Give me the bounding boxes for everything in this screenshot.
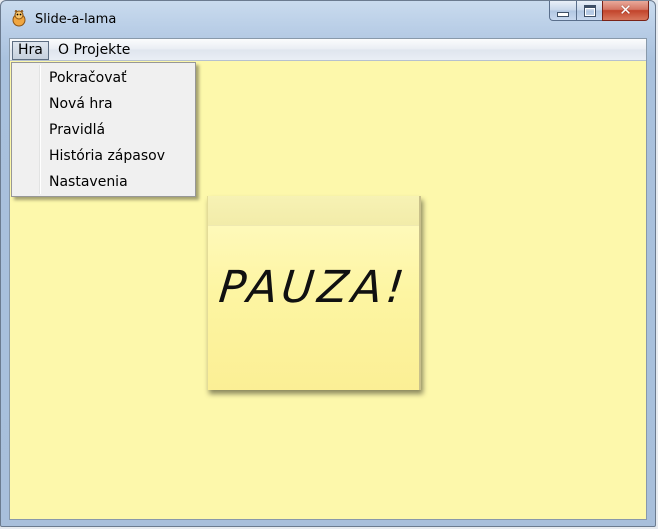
menu-o-projekte[interactable]: O Projekte xyxy=(58,41,130,60)
menu-item-nastavenia[interactable]: Nastavenia xyxy=(14,170,193,194)
caption-buttons: ✕ xyxy=(549,1,649,21)
menu-item-pravidla[interactable]: Pravidlá xyxy=(14,118,193,142)
game-board: Hra O Projekte PAUZA! Pokračovať Nová hr… xyxy=(9,38,647,520)
menu-item-pokracovat[interactable]: Pokračovať xyxy=(14,66,193,90)
close-button[interactable]: ✕ xyxy=(602,1,649,21)
minimize-button[interactable] xyxy=(549,1,576,21)
menu-item-historia-zapasov[interactable]: História zápasov xyxy=(14,144,193,168)
app-window: Slide-a-lama ✕ Hra O Projekte PAUZA! Pok… xyxy=(0,0,656,527)
note-top-strip xyxy=(208,196,419,226)
pause-text: PAUZA! xyxy=(216,262,411,313)
minimize-icon xyxy=(557,12,569,17)
close-icon: ✕ xyxy=(619,1,632,19)
title-bar[interactable]: Slide-a-lama ✕ xyxy=(1,1,655,37)
maximize-button[interactable] xyxy=(576,1,602,21)
pause-note: PAUZA! xyxy=(207,196,421,390)
llama-icon xyxy=(12,10,26,27)
menu-item-nova-hra[interactable]: Nová hra xyxy=(14,92,193,116)
hra-dropdown-menu: Pokračovať Nová hra Pravidlá História zá… xyxy=(11,62,196,197)
window-title: Slide-a-lama xyxy=(35,12,117,27)
menu-hra[interactable]: Hra xyxy=(12,41,49,60)
menu-bar: Hra O Projekte xyxy=(10,39,646,61)
maximize-icon xyxy=(583,4,596,17)
